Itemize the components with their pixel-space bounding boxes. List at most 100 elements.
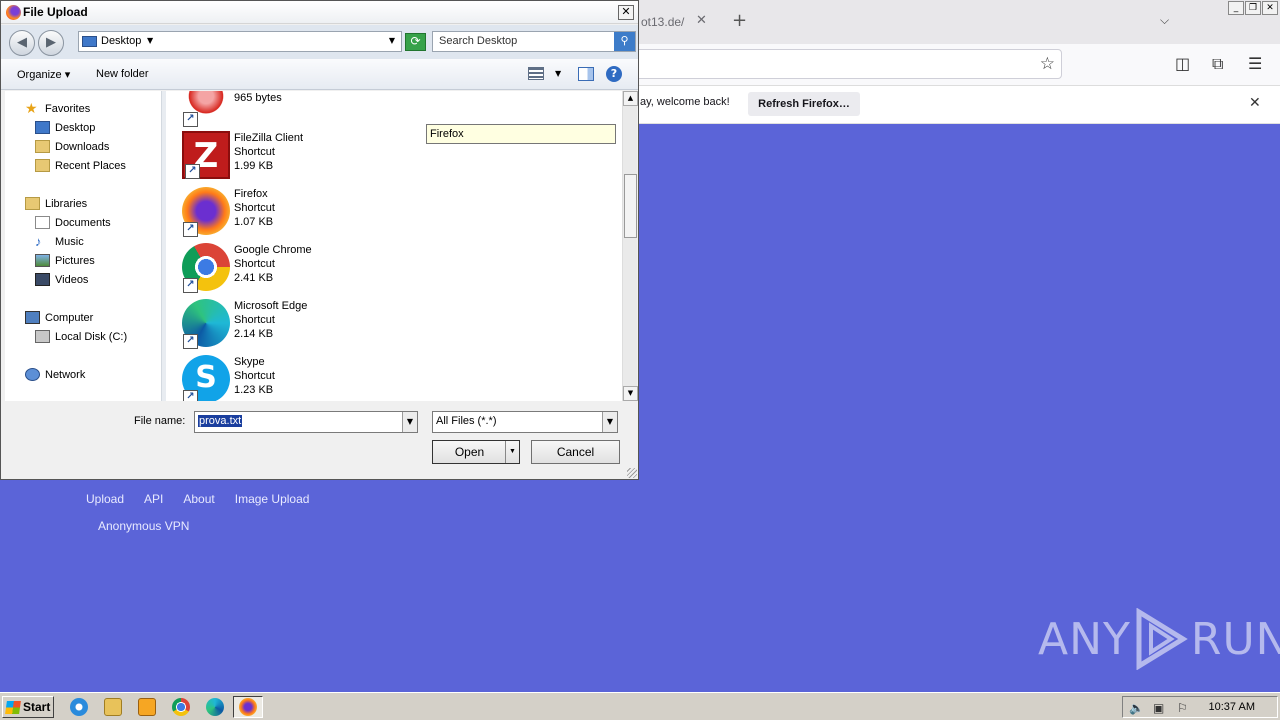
help-icon[interactable]: ? xyxy=(606,66,622,82)
notice-text: ay, welcome back! xyxy=(640,96,730,108)
open-button[interactable]: Open ▼ xyxy=(432,440,520,464)
start-label: Start xyxy=(23,700,51,714)
nav-api[interactable]: API xyxy=(144,492,163,506)
bookmark-star-icon[interactable]: ☆ xyxy=(1040,54,1055,74)
pictures-icon xyxy=(35,254,50,267)
address-path[interactable]: Desktop xyxy=(101,35,141,47)
notice-close-icon[interactable]: ✕ xyxy=(1249,95,1261,111)
star-icon: ★ xyxy=(25,100,38,116)
edge-icon[interactable] xyxy=(206,698,224,716)
nav-upload[interactable]: Upload xyxy=(86,492,124,506)
action-center-flag-icon[interactable]: ⚐ xyxy=(1177,701,1188,715)
firefox-icon xyxy=(6,5,21,20)
play-logo-icon xyxy=(1136,608,1188,670)
nav-libraries[interactable]: Libraries xyxy=(25,197,87,210)
nav-computer[interactable]: Computer xyxy=(25,311,93,324)
downloads-folder-icon xyxy=(35,140,50,153)
new-tab-icon[interactable]: + xyxy=(732,10,747,31)
volume-icon[interactable]: 🔈 xyxy=(1129,701,1144,715)
file-type-value: All Files (*.*) xyxy=(436,415,497,427)
resize-grip[interactable] xyxy=(627,468,637,478)
restore-icon[interactable]: ❐ xyxy=(1245,1,1261,15)
file-type-select[interactable]: All Files (*.*) ▼ xyxy=(432,411,618,433)
cancel-button[interactable]: Cancel xyxy=(531,440,620,464)
file-item-chrome[interactable]: ↗ Google Chrome Shortcut 2.41 KB xyxy=(182,243,402,295)
pocket-icon[interactable]: ◫ xyxy=(1175,54,1190,73)
search-input[interactable]: Search Desktop ⚲ xyxy=(432,31,636,52)
media-player-icon[interactable] xyxy=(138,698,156,716)
firefox-icon xyxy=(239,698,257,716)
vertical-scrollbar[interactable]: ▲ ▼ xyxy=(622,91,638,401)
internet-explorer-icon[interactable] xyxy=(70,698,88,716)
file-item-filezilla[interactable]: Z ↗ FileZilla Client Shortcut 1.99 KB xyxy=(182,131,402,183)
extensions-icon[interactable]: ⧉ xyxy=(1212,54,1223,74)
new-folder-button[interactable]: New folder xyxy=(96,68,149,80)
url-bar[interactable]: ☆ xyxy=(634,49,1062,79)
scroll-thumb[interactable] xyxy=(624,174,637,238)
refresh-icon[interactable]: ⟳ xyxy=(405,33,426,51)
dialog-close-button[interactable]: ✕ xyxy=(618,5,634,20)
network-icon[interactable]: ▣ xyxy=(1153,701,1164,715)
site-nav-secondary: Anonymous VPN xyxy=(98,519,189,533)
menu-icon[interactable]: ☰ xyxy=(1248,54,1262,73)
file-item-firefox[interactable]: ↗ Firefox Shortcut 1.07 KB xyxy=(182,187,402,239)
preview-pane-icon[interactable] xyxy=(578,67,594,81)
nav-anonymous-vpn[interactable]: Anonymous VPN xyxy=(98,519,189,533)
nav-downloads[interactable]: Downloads xyxy=(35,140,109,153)
tab-title[interactable]: ot13.de/ xyxy=(641,15,684,29)
file-item-edge[interactable]: ↗ Microsoft Edge Shortcut 2.14 KB xyxy=(182,299,402,351)
open-dropdown-icon[interactable]: ▼ xyxy=(505,441,519,463)
breadcrumb-arrow-icon[interactable]: ▼ xyxy=(147,36,153,45)
nav-favorites[interactable]: ★ Favorites xyxy=(25,100,90,116)
network-icon xyxy=(25,368,40,381)
scroll-up-icon[interactable]: ▲ xyxy=(623,91,638,106)
watermark-right: RUN xyxy=(1190,613,1280,665)
nav-recent-places[interactable]: Recent Places xyxy=(35,159,126,172)
libraries-icon xyxy=(25,197,40,210)
tab-list-chevron-icon[interactable]: ⌵ xyxy=(1160,13,1169,28)
nav-music[interactable]: ♪ Music xyxy=(35,235,84,248)
nav-documents[interactable]: Documents xyxy=(35,216,111,229)
taskbar-firefox-button[interactable] xyxy=(233,696,263,718)
nav-image-upload[interactable]: Image Upload xyxy=(235,492,310,506)
back-arrow-icon[interactable]: ◀ xyxy=(9,30,35,56)
scroll-down-icon[interactable]: ▼ xyxy=(623,386,638,401)
skype-icon: S ↗ xyxy=(182,355,230,401)
open-label: Open xyxy=(454,445,485,459)
clock[interactable]: 10:37 AM xyxy=(1209,701,1255,713)
nav-videos[interactable]: Videos xyxy=(35,273,88,286)
search-icon[interactable]: ⚲ xyxy=(614,32,635,51)
file-name-label: File name: xyxy=(134,415,186,427)
file-list: ↗ Shortcut 965 bytes Z ↗ FileZilla Clien… xyxy=(166,91,622,401)
file-name-input[interactable]: prova.txt ▼ xyxy=(194,411,418,433)
dialog-title: File Upload xyxy=(23,5,88,19)
tab-close-icon[interactable]: ✕ xyxy=(696,13,707,28)
forward-arrow-icon[interactable]: ▶ xyxy=(38,30,64,56)
address-dropdown-icon[interactable]: ▼ xyxy=(389,36,395,45)
file-name-value[interactable]: prova.txt xyxy=(198,415,243,427)
file-explorer-icon[interactable] xyxy=(104,698,122,716)
chrome-icon[interactable] xyxy=(172,698,190,716)
nav-pictures[interactable]: Pictures xyxy=(35,254,95,267)
file-item-acrobat[interactable]: ↗ Shortcut 965 bytes xyxy=(182,91,402,129)
nav-local-disk[interactable]: Local Disk (C:) xyxy=(35,330,127,343)
minimize-icon[interactable]: _ xyxy=(1228,1,1244,15)
view-dropdown-icon[interactable]: ▼ xyxy=(555,69,561,78)
refresh-firefox-button[interactable]: Refresh Firefox… xyxy=(748,92,860,116)
file-type: Shortcut xyxy=(234,370,275,382)
close-icon[interactable]: ✕ xyxy=(1262,1,1278,15)
address-row: ◀ ▶ Desktop ▼ ▼ ⟳ Search Desktop ⚲ xyxy=(1,25,638,59)
documents-icon xyxy=(35,216,50,229)
organize-menu[interactable]: Organize ▾ xyxy=(17,68,70,81)
dialog-title-bar: File Upload ✕ xyxy=(1,1,638,24)
nav-about[interactable]: About xyxy=(183,492,214,506)
file-name-dropdown-icon[interactable]: ▼ xyxy=(402,412,417,432)
address-bar[interactable]: Desktop ▼ ▼ xyxy=(78,31,402,52)
file-item-skype[interactable]: S ↗ Skype Shortcut 1.23 KB xyxy=(182,355,402,401)
start-button[interactable]: Start xyxy=(2,696,54,718)
nav-desktop[interactable]: Desktop xyxy=(35,121,95,134)
nav-network[interactable]: Network xyxy=(25,368,85,381)
change-view-icon[interactable] xyxy=(528,67,544,80)
navigation-pane: ★ Favorites Desktop Downloads Recent Plac… xyxy=(5,91,162,401)
file-type-dropdown-icon[interactable]: ▼ xyxy=(602,412,617,432)
